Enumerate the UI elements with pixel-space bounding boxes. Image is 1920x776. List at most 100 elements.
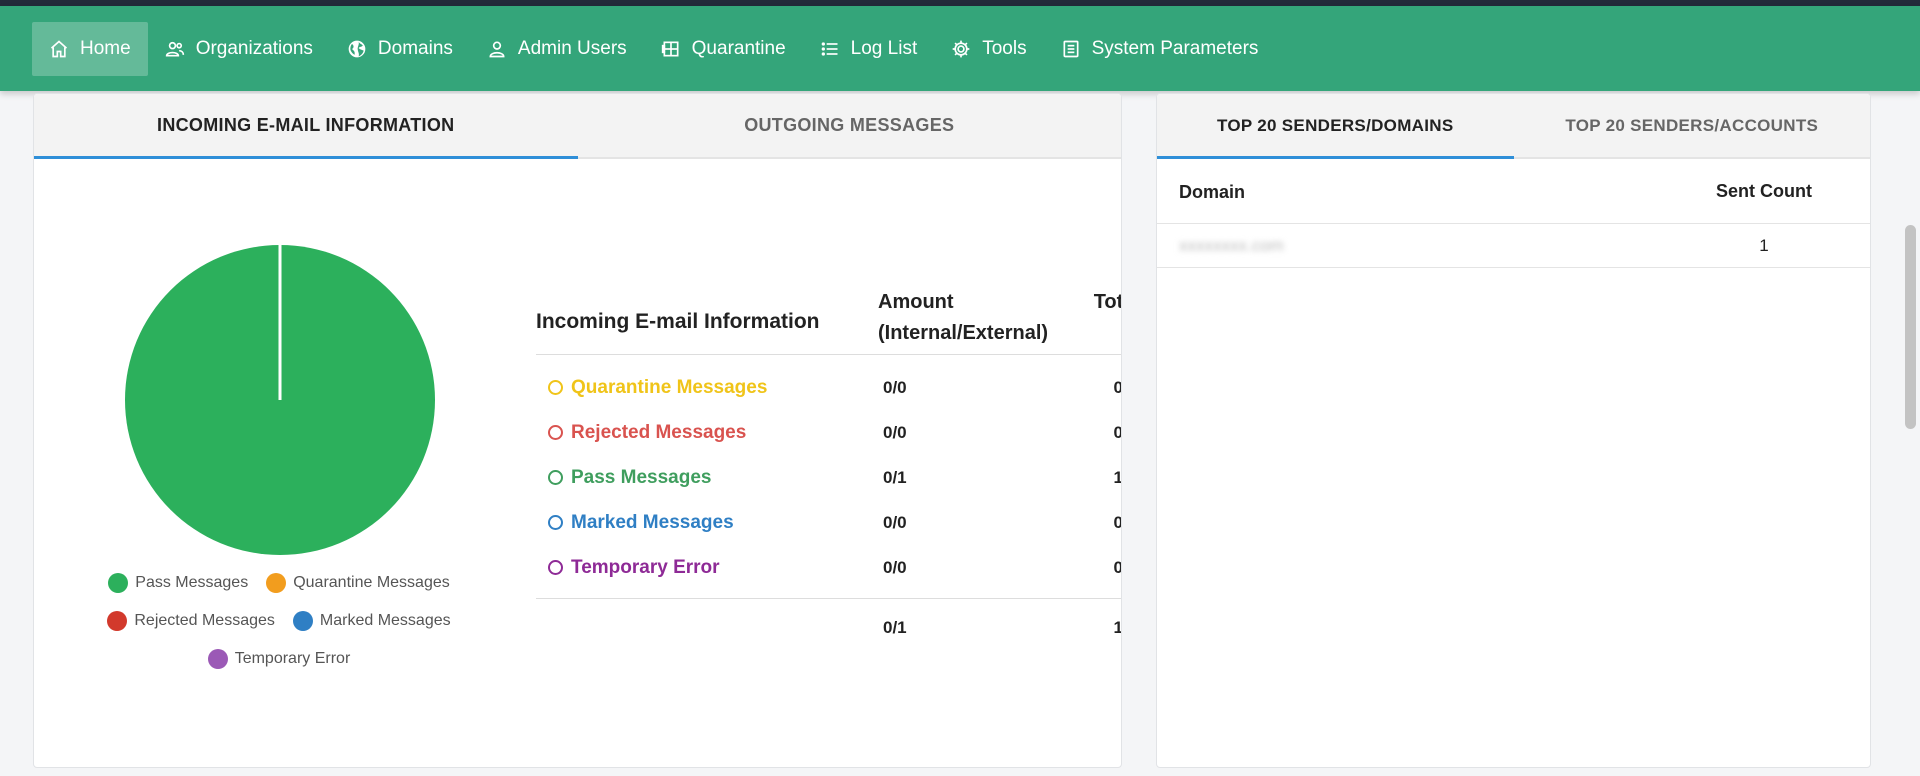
tab-top-senders-domains[interactable]: TOP 20 SENDERS/DOMAINS bbox=[1157, 94, 1514, 159]
legend-dot-temporary-error bbox=[207, 649, 228, 669]
circle-icon bbox=[548, 470, 563, 485]
info-row-label-text: Quarantine Messages bbox=[571, 376, 768, 398]
circle-icon bbox=[548, 515, 563, 530]
legend-item-pass[interactable]: Pass Messages bbox=[108, 573, 248, 593]
header-total: Total bbox=[1093, 291, 1121, 313]
info-row-temporary-error: Temporary Error 0/0 0 bbox=[536, 545, 1121, 590]
incoming-tabs: INCOMING E-MAIL INFORMATION OUTGOING MES… bbox=[34, 94, 1121, 159]
nav-quarantine[interactable]: Quarantine bbox=[644, 22, 803, 76]
senders-table-header: Domain Sent Count bbox=[1157, 159, 1870, 224]
legend-dot-pass bbox=[108, 573, 129, 593]
nav-home-label: Home bbox=[80, 37, 131, 59]
nav-log-list[interactable]: Log List bbox=[803, 22, 935, 76]
info-row-total: 1 bbox=[1073, 468, 1121, 488]
nav-system-parameters[interactable]: System Parameters bbox=[1044, 22, 1276, 76]
legend-item-rejected[interactable]: Rejected Messages bbox=[107, 611, 275, 631]
top-senders-card: TOP 20 SENDERS/DOMAINS TOP 20 SENDERS/AC… bbox=[1156, 93, 1871, 768]
info-row-total: 0 bbox=[1073, 513, 1121, 533]
legend-dot-rejected bbox=[107, 611, 128, 631]
footer-total: 1 bbox=[1073, 618, 1121, 638]
document-icon bbox=[1063, 40, 1079, 57]
info-row-total: 0 bbox=[1073, 423, 1121, 443]
tab-outgoing-messages[interactable]: OUTGOING MESSAGES bbox=[578, 94, 1122, 157]
incoming-info-table: Incoming E-mail Information Amount (Inte… bbox=[536, 285, 1121, 657]
info-row-total: 0 bbox=[1073, 558, 1121, 578]
tab-top-senders-accounts[interactable]: TOP 20 SENDERS/ACCOUNTS bbox=[1514, 94, 1871, 157]
column-domain[interactable]: Domain bbox=[1179, 180, 1684, 203]
info-row-amount: 0/0 bbox=[883, 377, 907, 397]
legend-dot-marked bbox=[292, 611, 313, 631]
nav-domains[interactable]: Domains bbox=[330, 22, 470, 76]
grid-icon bbox=[661, 41, 679, 56]
row-sent-count: 1 bbox=[1759, 235, 1769, 255]
globe-icon bbox=[348, 40, 366, 57]
nav-organizations-label: Organizations bbox=[195, 37, 313, 59]
incoming-email-card: INCOMING E-MAIL INFORMATION OUTGOING MES… bbox=[33, 93, 1122, 768]
info-row-total: 0 bbox=[1073, 378, 1121, 398]
nav-admin-users[interactable]: Admin Users bbox=[470, 22, 644, 76]
info-table-footer: 0/1 1 bbox=[536, 599, 1121, 657]
user-icon bbox=[489, 41, 505, 57]
legend-label-quarantine: Quarantine Messages bbox=[293, 574, 450, 591]
info-row-label[interactable]: Pass Messages bbox=[536, 467, 883, 489]
info-row-label[interactable]: Temporary Error bbox=[536, 557, 883, 579]
people-icon bbox=[165, 41, 184, 56]
tab-incoming-email-information[interactable]: INCOMING E-MAIL INFORMATION bbox=[34, 94, 578, 159]
info-row-label[interactable]: Quarantine Messages bbox=[536, 377, 883, 399]
pie-legend: Pass Messages Quarantine Messages Reject… bbox=[94, 571, 464, 685]
info-row-label-text: Pass Messages bbox=[571, 466, 712, 488]
info-row-label-text: Temporary Error bbox=[571, 556, 720, 578]
info-row-label-text: Rejected Messages bbox=[571, 421, 747, 443]
row-domain: xxxxxxxx.com bbox=[1179, 235, 1284, 255]
table-row[interactable]: xxxxxxxx.com 1 bbox=[1157, 224, 1870, 268]
list-icon bbox=[821, 41, 838, 56]
legend-label-marked: Marked Messages bbox=[319, 612, 451, 629]
header-incoming-info: Incoming E-mail Information bbox=[536, 309, 820, 333]
info-row-quarantine: Quarantine Messages 0/0 0 bbox=[536, 365, 1121, 410]
info-row-rejected: Rejected Messages 0/0 0 bbox=[536, 410, 1121, 455]
incoming-pie-chart bbox=[122, 242, 438, 558]
nav-log-list-label: Log List bbox=[850, 37, 918, 59]
legend-item-marked[interactable]: Marked Messages bbox=[292, 611, 451, 631]
info-row-marked: Marked Messages 0/0 0 bbox=[536, 500, 1121, 545]
legend-label-pass: Pass Messages bbox=[135, 574, 249, 591]
nav-domains-label: Domains bbox=[377, 37, 453, 59]
info-row-amount: 0/0 bbox=[883, 422, 907, 442]
page-scrollbar[interactable] bbox=[1905, 225, 1916, 429]
legend-row: Rejected Messages Marked Messages bbox=[94, 609, 464, 633]
footer-amount: 0/1 bbox=[883, 618, 907, 637]
info-row-label[interactable]: Marked Messages bbox=[536, 512, 883, 534]
legend-label-rejected: Rejected Messages bbox=[134, 612, 275, 629]
nav-tools[interactable]: Tools bbox=[934, 22, 1043, 76]
home-icon bbox=[50, 39, 68, 57]
column-sent-count[interactable]: Sent Count bbox=[1684, 181, 1844, 202]
circle-icon bbox=[548, 380, 563, 395]
nav-organizations[interactable]: Organizations bbox=[148, 22, 330, 76]
info-row-pass: Pass Messages 0/1 1 bbox=[536, 455, 1121, 500]
info-row-amount: 0/0 bbox=[883, 557, 907, 577]
circle-icon bbox=[548, 560, 563, 575]
info-row-label-text: Marked Messages bbox=[571, 511, 734, 533]
legend-item-temporary-error[interactable]: Temporary Error bbox=[207, 649, 351, 669]
legend-row: Pass Messages Quarantine Messages bbox=[94, 571, 464, 595]
circle-icon bbox=[548, 425, 563, 440]
info-table-header: Incoming E-mail Information Amount (Inte… bbox=[536, 285, 1121, 355]
legend-row: Temporary Error bbox=[94, 647, 464, 671]
nav-admin-users-label: Admin Users bbox=[517, 37, 627, 59]
legend-label-temporary-error: Temporary Error bbox=[234, 650, 351, 667]
nav-system-parameters-label: System Parameters bbox=[1091, 37, 1259, 59]
pie-svg bbox=[125, 245, 435, 555]
top-senders-tabs: TOP 20 SENDERS/DOMAINS TOP 20 SENDERS/AC… bbox=[1157, 94, 1870, 159]
info-row-amount: 0/0 bbox=[883, 512, 907, 532]
gear-icon bbox=[952, 40, 970, 57]
legend-dot-quarantine bbox=[266, 573, 287, 593]
info-table-body: Quarantine Messages 0/0 0 Rejected Messa… bbox=[536, 355, 1121, 599]
legend-item-quarantine[interactable]: Quarantine Messages bbox=[266, 573, 450, 593]
main-navbar: Home Organizations Domains Admin Users Q… bbox=[0, 6, 1920, 91]
nav-home[interactable]: Home bbox=[32, 21, 148, 76]
info-row-amount: 0/1 bbox=[883, 467, 907, 487]
nav-quarantine-label: Quarantine bbox=[691, 37, 786, 59]
header-amount: Amount (Internal/External) bbox=[878, 291, 1049, 344]
info-row-label[interactable]: Rejected Messages bbox=[536, 422, 883, 444]
nav-tools-label: Tools bbox=[982, 37, 1027, 59]
